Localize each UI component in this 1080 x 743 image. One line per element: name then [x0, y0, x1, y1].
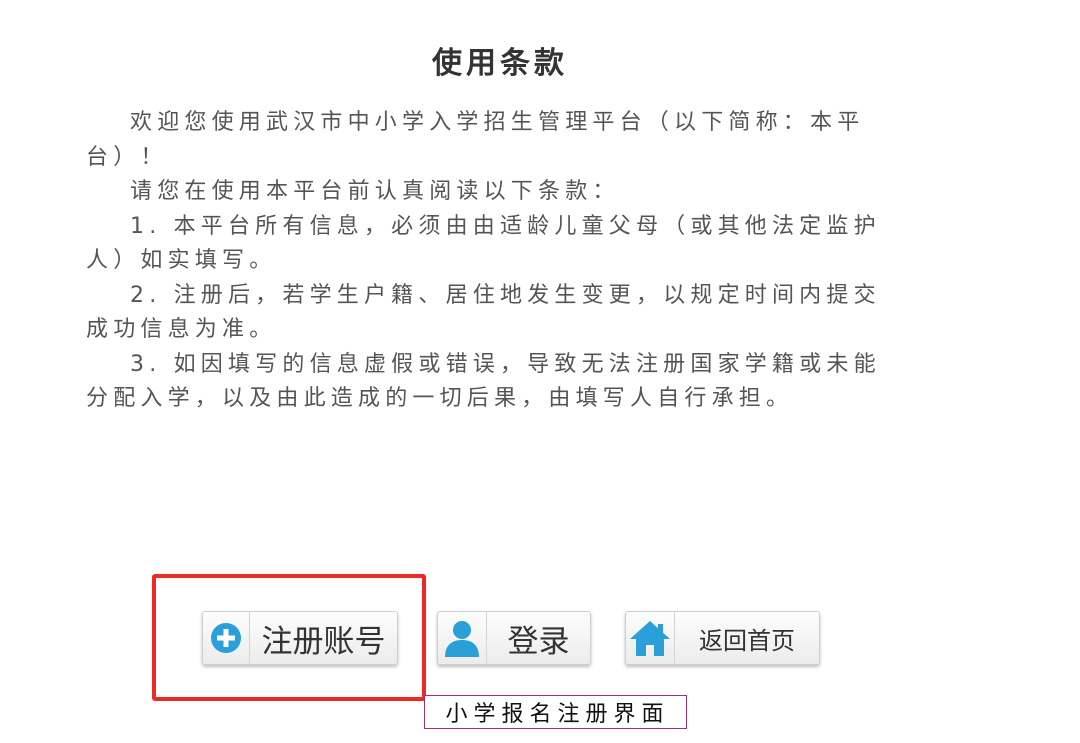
terms-paragraph: 1. 本平台所有信息，必须由由适龄儿童父母（或其他法定监护人）如实填写。 — [86, 213, 881, 274]
page-title: 使用条款 — [432, 46, 568, 81]
terms-paragraph: 2. 注册后，若学生户籍、居住地发生变更，以规定时间内提交成功信息为准。 — [86, 282, 881, 343]
login-label: 登录 — [507, 623, 570, 660]
register-highlight-box — [152, 574, 426, 701]
terms-paragraph: 欢迎您使用武汉市中小学入学招生管理平台（以下简称：本平台）！ — [86, 110, 865, 170]
back-to-home-label: 返回首页 — [699, 626, 795, 655]
terms-content: 欢迎您使用武汉市中小学入学招生管理平台（以下简称：本平台）！ 请您在使用本平台前… — [86, 106, 886, 417]
annotation-caption: 小学报名注册界面 — [424, 695, 687, 729]
terms-paragraph: 请您在使用本平台前认真阅读以下条款： — [130, 179, 620, 204]
home-icon — [626, 612, 675, 664]
terms-paragraph: 3. 如因填写的信息虚假或错误，导致无法注册国家学籍或未能分配入学，以及由此造成… — [86, 351, 881, 412]
login-button[interactable]: 登录 — [437, 611, 591, 665]
back-to-home-button[interactable]: 返回首页 — [625, 611, 820, 665]
user-icon — [438, 612, 487, 664]
